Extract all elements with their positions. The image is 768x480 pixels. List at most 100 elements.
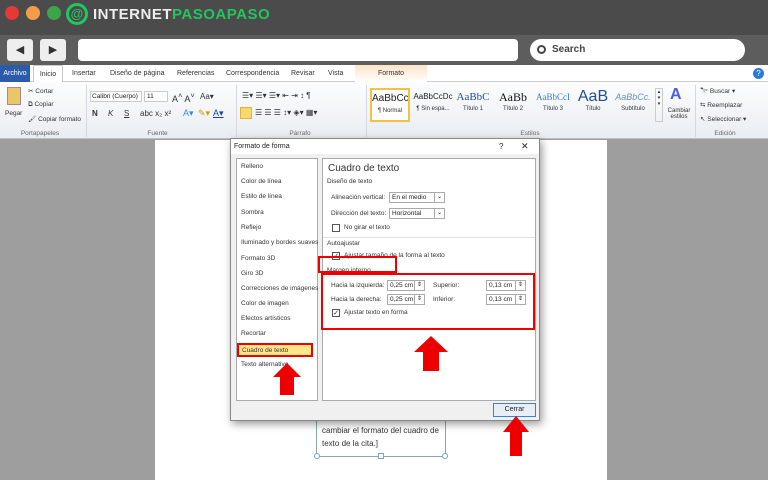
- panel-title: Cuadro de texto: [328, 163, 400, 174]
- search-input[interactable]: Search: [530, 39, 745, 61]
- font-size-select[interactable]: 11: [144, 91, 168, 102]
- tab-inicio[interactable]: Inicio: [33, 65, 63, 82]
- style-subtitulo[interactable]: AaBbCc. Subtítulo: [613, 88, 653, 122]
- cut-button[interactable]: ✂ Cortar: [28, 87, 53, 95]
- select-button[interactable]: ↖ Seleccionar ▾: [700, 115, 746, 123]
- underline-button[interactable]: S: [124, 109, 129, 118]
- help-button[interactable]: ?: [499, 139, 503, 154]
- category-correcciones[interactable]: Correcciones de imágenes: [241, 285, 318, 292]
- align-left-button[interactable]: [240, 107, 252, 119]
- logo-icon: @: [66, 3, 88, 25]
- search-label: Search: [552, 44, 586, 55]
- logo-text: INTERNETPASOAPASO: [93, 6, 271, 23]
- category-cuadro-texto[interactable]: Cuadro de texto: [237, 343, 313, 357]
- group-label: Estilos: [520, 130, 540, 137]
- search-icon: [537, 45, 546, 54]
- category-sombra[interactable]: Sombra: [241, 209, 264, 216]
- group-label: Portapapeles: [20, 130, 60, 137]
- direction-select[interactable]: Horizontal ⌄: [389, 208, 445, 219]
- format-painter-button[interactable]: 🖌 Copiar formato: [28, 115, 81, 123]
- grow-font-icon[interactable]: A˄ A˅: [172, 91, 195, 104]
- red-arrow-up-icon: [503, 416, 529, 456]
- highlight-box-margins: [321, 273, 535, 330]
- category-giro-3d[interactable]: Giro 3D: [241, 270, 263, 277]
- category-estilo-linea[interactable]: Estilo de línea: [241, 193, 282, 200]
- ribbon-tabs: Archivo Inicio Insertar Diseño de página…: [0, 65, 768, 82]
- strike-sub-super-icons[interactable]: abc x₂ x²: [140, 109, 171, 118]
- ribbon: Pegar ✂ Cortar ⧉ Copiar 🖌 Copiar formato…: [0, 82, 768, 139]
- category-reflejo[interactable]: Reflejo: [241, 224, 261, 231]
- no-rotate-checkbox[interactable]: [332, 224, 340, 232]
- paste-icon[interactable]: [7, 87, 21, 105]
- style-titulo2[interactable]: AaBb Título 2: [493, 88, 533, 122]
- highlight-box-margin: [318, 256, 397, 273]
- back-button[interactable]: ◀: [7, 39, 33, 61]
- red-arrow-up-icon: [273, 363, 301, 395]
- category-formato-3d[interactable]: Formato 3D: [241, 255, 275, 262]
- tab-formato[interactable]: Formato: [355, 65, 427, 82]
- category-color-imagen[interactable]: Color de imagen: [241, 300, 289, 307]
- tab-vista[interactable]: Vista: [328, 65, 343, 82]
- style-sin-espaciado[interactable]: AaBbCcDc ¶ Sin espa...: [413, 88, 453, 122]
- category-relleno[interactable]: Relleno: [241, 163, 263, 170]
- tab-correspondencia[interactable]: Correspondencia: [226, 65, 279, 82]
- font-color-icon[interactable]: A▾: [213, 108, 224, 119]
- paste-button[interactable]: Pegar: [5, 110, 22, 117]
- category-iluminado[interactable]: Iluminado y bordes suaves: [241, 239, 318, 246]
- copy-button[interactable]: ⧉ Copiar: [28, 101, 54, 109]
- text-effects-icon[interactable]: A▾: [183, 108, 194, 119]
- tab-archivo[interactable]: Archivo: [0, 65, 30, 82]
- styles-scroll[interactable]: ▴ ▾ ▾: [655, 88, 663, 122]
- textbox-text: texto de la cita.]: [322, 439, 379, 448]
- forward-button[interactable]: ▶: [40, 39, 66, 61]
- chevron-down-icon: ⌄: [434, 193, 444, 202]
- maximize-dot-icon: [47, 6, 61, 20]
- change-case-icon[interactable]: Aa▾: [200, 92, 214, 101]
- close-button[interactable]: ✕: [521, 139, 529, 154]
- bold-button[interactable]: N: [92, 109, 98, 118]
- resize-handle[interactable]: [314, 453, 320, 459]
- forward-arrow-icon: ▶: [48, 44, 58, 56]
- minimize-dot-icon: [26, 6, 40, 20]
- dialog-titlebar: Formato de forma ? ✕: [231, 139, 539, 154]
- resize-handle[interactable]: [378, 453, 384, 459]
- vertical-align-label: Alineación vertical:: [331, 194, 386, 201]
- category-recortar[interactable]: Recortar: [241, 330, 266, 337]
- style-titulo1[interactable]: AaBbC Título 1: [453, 88, 493, 122]
- category-efectos[interactable]: Efectos artísticos: [241, 315, 291, 322]
- group-label: Edición: [714, 130, 736, 137]
- section-autofit: Autoajustar: [327, 240, 360, 247]
- resize-handle[interactable]: [442, 453, 448, 459]
- red-arrow-up-icon: [414, 336, 448, 371]
- tab-referencias[interactable]: Referencias: [177, 65, 214, 82]
- group-label: Fuente: [147, 130, 168, 137]
- chevron-down-icon: ⌄: [434, 209, 444, 218]
- style-titulo[interactable]: AaB Título: [573, 88, 613, 122]
- no-rotate-label: No girar el texto: [344, 224, 390, 231]
- dialog-title: Formato de forma: [234, 143, 290, 150]
- tab-revisar[interactable]: Revisar: [291, 65, 315, 82]
- tab-insertar[interactable]: Insertar: [72, 65, 96, 82]
- style-normal[interactable]: AaBbCcDc¶ Normal: [370, 88, 410, 122]
- category-color-linea[interactable]: Color de línea: [241, 178, 281, 185]
- font-select[interactable]: Calibri (Cuerpo): [90, 91, 142, 102]
- textbox-text: cambiar el formato del cuadro de: [322, 426, 439, 435]
- site-header: @ INTERNETPASOAPASO: [0, 0, 768, 35]
- vertical-align-select[interactable]: En el medio ⌄: [389, 192, 445, 203]
- close-dot-icon: [5, 6, 19, 20]
- direction-label: Dirección del texto:: [331, 210, 387, 217]
- tab-diseno[interactable]: Diseño de página: [110, 65, 165, 82]
- section-design: Diseño de texto: [327, 178, 373, 185]
- style-titulo3[interactable]: AaBbCcI Título 3: [533, 88, 573, 122]
- change-styles-button[interactable]: Cambiar estilos: [666, 108, 692, 120]
- help-icon[interactable]: ?: [753, 68, 764, 79]
- find-button[interactable]: 🔭 Buscar ▾: [700, 87, 735, 95]
- url-bar[interactable]: [78, 39, 518, 61]
- align-icons[interactable]: ☰ ☰ ☰ ↕▾ ◈▾ ▦▾: [255, 108, 317, 117]
- highlight-icon[interactable]: ✎▾: [198, 108, 210, 119]
- change-styles-icon: A: [670, 86, 682, 103]
- cerrar-button[interactable]: Cerrar: [493, 403, 536, 417]
- replace-button[interactable]: ⇆ Reemplazar: [700, 101, 742, 109]
- italic-button[interactable]: K: [108, 109, 113, 118]
- list-icons[interactable]: ☰▾ ☰▾ ☰▾ ⇤ ⇥ ↕ ¶: [242, 91, 311, 100]
